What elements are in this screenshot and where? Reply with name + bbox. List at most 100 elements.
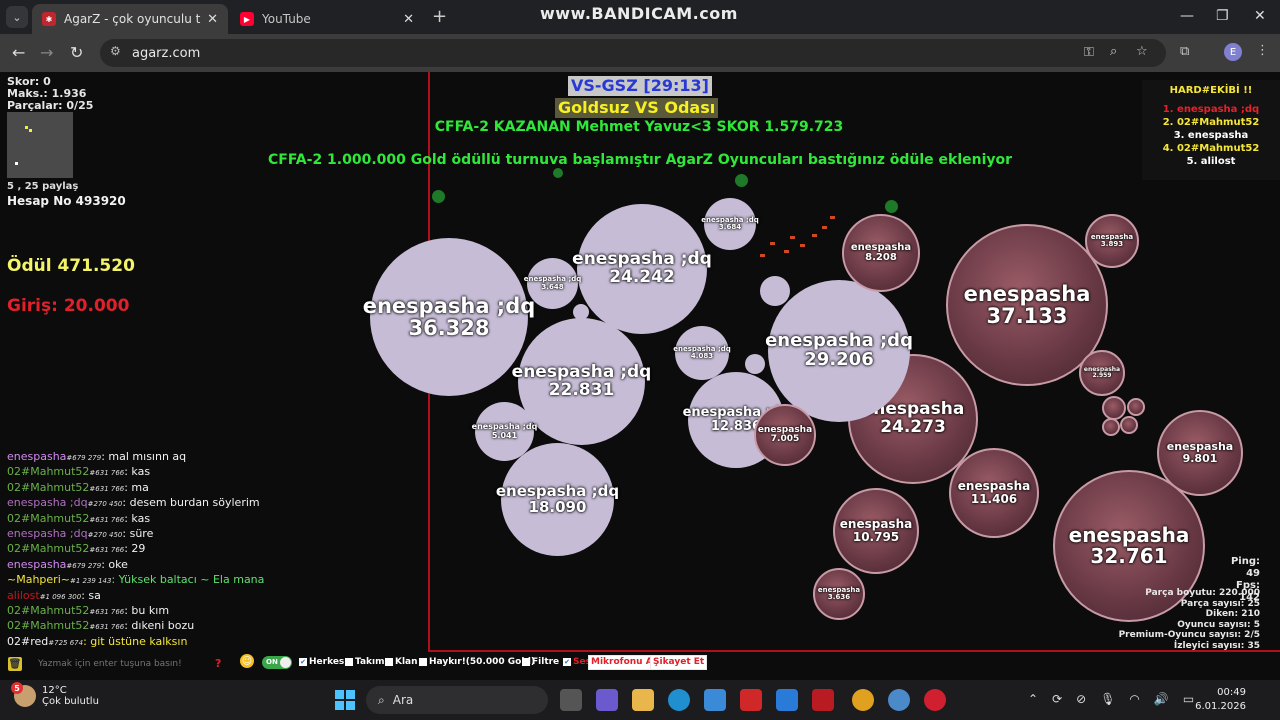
weather-widget[interactable]: 5 12°C Çok bulutlu [11, 682, 99, 707]
chat-toggle[interactable]: ON [262, 656, 292, 669]
clock[interactable]: 00:49 6.01.2026 [1186, 686, 1246, 714]
youtube-favicon-icon: ▶ [240, 12, 254, 26]
leaderboard-entry: 3. enespasha [1173, 130, 1249, 141]
chat-username[interactable]: 02#red [7, 635, 48, 648]
cell-mass: 3.636 [827, 593, 851, 601]
windows-start-icon[interactable] [335, 690, 355, 710]
checkbox-klan[interactable]: Klan [385, 657, 418, 667]
reload-icon[interactable]: ↻ [70, 43, 83, 62]
minimize-button[interactable]: — [1180, 8, 1194, 24]
room-name: Goldsuz VS Odası [555, 98, 719, 118]
cell-mass: 32.761 [1090, 544, 1168, 568]
chat-message: alilost#1 096 300: sa [7, 589, 264, 604]
checkbox-haykir[interactable]: Haykır!(50.000 Gold) [419, 657, 535, 667]
forward-arrow-icon[interactable]: → [40, 43, 53, 62]
server-stat: Parça boyutu: 220.000 [1145, 588, 1260, 598]
chrome-icon[interactable] [852, 689, 874, 711]
chat-username[interactable]: 02#Mahmut52 [7, 512, 89, 525]
trash-icon[interactable]: 🗑 [8, 657, 22, 671]
mic-icon[interactable]: 🎙 [1100, 692, 1115, 706]
close-tab-icon[interactable]: ✕ [403, 12, 414, 27]
bandicam-icon[interactable] [924, 689, 946, 711]
chat-message: 02#Mahmut52#631 766: 29 [7, 542, 264, 557]
chat-username[interactable]: 02#Mahmut52 [7, 619, 89, 632]
volume-icon[interactable]: 🔊 [1154, 692, 1169, 706]
game-canvas[interactable]: enespasha ;dq 36.328 enespasha ;dq 24.242 … [0, 72, 1280, 680]
chat-message: enespasha#679 279: oke [7, 558, 264, 573]
checkbox-herkes[interactable]: ✔ Herkes [299, 657, 344, 667]
chat-log: enespasha#679 279: mal mısınn aq 02#Mahmu… [7, 450, 264, 680]
copilot-icon[interactable] [596, 689, 618, 711]
tab-youtube[interactable]: ▶ YouTube ✕ [230, 4, 424, 34]
task-view-icon[interactable] [560, 689, 582, 711]
taskbar: 5 12°C Çok bulutlu ⌕ Ara ⌃ ⟳ ⊘ 🎙 ◠ 🔊 ▭ 00… [0, 680, 1280, 720]
chat-username[interactable]: 02#Mahmut52 [7, 465, 89, 478]
app-globe-icon[interactable] [888, 689, 910, 711]
checkbox-label: Filtre [532, 657, 560, 667]
cell-mass: 3.648 [541, 282, 564, 291]
food-pellet [760, 254, 765, 257]
maximize-button[interactable]: ❐ [1216, 8, 1229, 24]
food-pellet [822, 226, 827, 229]
app-l-icon[interactable] [740, 689, 762, 711]
chat-text: : 29 [124, 542, 146, 556]
cell-mass: 4.083 [690, 352, 714, 360]
cell-name: enespasha ;dq [511, 361, 652, 382]
help-button[interactable]: ? [215, 657, 221, 670]
food-pellet [790, 236, 795, 239]
player-cell: enespasha 11.406 [949, 448, 1039, 538]
chat-username[interactable]: 02#Mahmut52 [7, 481, 89, 494]
server-stat: Parça sayısı: 25 [1180, 598, 1260, 609]
chat-username[interactable]: 02#Mahmut52 [7, 542, 89, 555]
store-icon[interactable] [704, 689, 726, 711]
chat-username[interactable]: enespasha ;dq [7, 496, 88, 509]
chat-input[interactable] [38, 657, 208, 671]
chat-username[interactable]: ~Mahperi~ [7, 573, 70, 586]
sync-icon[interactable]: ⟳ [1052, 692, 1062, 706]
chat-username[interactable]: enespasha [7, 558, 66, 571]
chat-user-id: #631 766 [89, 515, 125, 524]
wifi-icon[interactable]: ◠ [1129, 692, 1139, 706]
share-text: 5 , 25 paylaş [7, 181, 79, 192]
tab-agarz[interactable]: ✱ AgarZ - çok oyunculu tarayıcı o ✕ [32, 4, 228, 34]
food-pellet [735, 174, 748, 187]
chat-username[interactable]: 02#Mahmut52 [7, 604, 89, 617]
menu-dots-icon[interactable]: ⋮ [1256, 43, 1269, 58]
file-explorer-icon[interactable] [632, 689, 654, 711]
extensions-icon[interactable]: ⧉ [1180, 44, 1189, 59]
back-arrow-icon[interactable]: ← [12, 43, 25, 62]
chevron-up-icon[interactable]: ⌃ [1028, 692, 1038, 706]
emoji-icon[interactable]: ☺ [240, 654, 254, 668]
close-tab-icon[interactable]: ✕ [207, 12, 218, 27]
edge-icon[interactable] [668, 689, 690, 711]
address-bar[interactable]: ⚙ agarz.com ⚿ ⌕ ☆ [100, 39, 1166, 67]
chat-user-id: #631 766 [89, 546, 125, 555]
checkbox-takim[interactable]: Takım [345, 657, 385, 667]
zoom-icon[interactable]: ⌕ [1110, 44, 1117, 59]
cell-mass: 5.041 [491, 430, 518, 440]
password-key-icon[interactable]: ⚿ [1084, 45, 1094, 60]
split-piece [1120, 416, 1138, 434]
server-info: Parça boyutu: 220.000 Parça sayısı: 25 Dik… [1100, 588, 1260, 652]
bookmark-star-icon[interactable]: ☆ [1136, 44, 1148, 59]
taskbar-search[interactable]: ⌕ Ara [366, 686, 548, 714]
checkbox-ses[interactable]: ✔ Ses [563, 657, 591, 667]
tab-search-button[interactable]: ⌄ [6, 6, 28, 28]
site-info-icon[interactable]: ⚙ [110, 44, 121, 58]
chat-username[interactable]: enespasha ;dq [7, 527, 88, 540]
chat-user-id: #631 766 [89, 623, 125, 632]
cell-mass: 22.831 [548, 379, 615, 400]
report-button[interactable]: Şikayet Et [650, 655, 708, 670]
chat-username[interactable]: alilost [7, 589, 40, 602]
mcafee-icon[interactable] [812, 689, 834, 711]
chat-message: 02#Mahmut52#631 766: bu kım [7, 604, 264, 619]
cell-mass: 2.959 [1092, 372, 1112, 379]
network-off-icon[interactable]: ⊘ [1076, 692, 1086, 706]
checkbox-filtre[interactable]: Filtre [522, 657, 559, 667]
app-a-icon[interactable] [776, 689, 798, 711]
chat-user-id: #270 450 [87, 531, 123, 540]
new-tab-button[interactable]: + [432, 6, 447, 27]
close-window-button[interactable]: ✕ [1254, 8, 1266, 24]
chat-username[interactable]: enespasha [7, 450, 66, 463]
profile-avatar[interactable]: E [1224, 43, 1242, 61]
